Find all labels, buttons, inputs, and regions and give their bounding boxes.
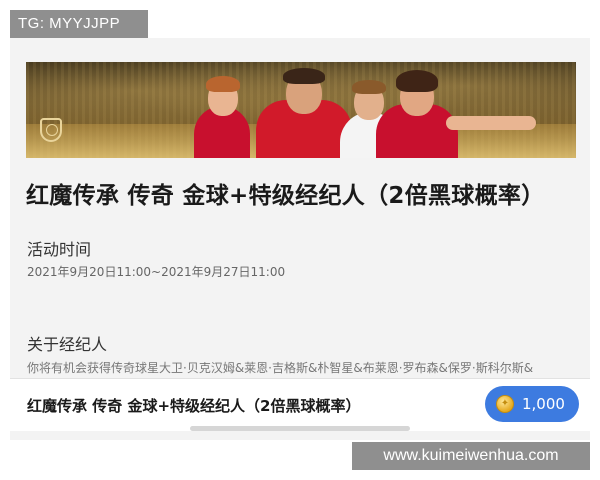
coin-icon: ✦ xyxy=(496,395,514,413)
watermark-badge-bottom: www.kuimeiwenhua.com xyxy=(352,442,590,470)
home-indicator[interactable] xyxy=(190,426,410,431)
buy-button[interactable]: ✦ 1,000 xyxy=(485,386,579,422)
club-crest-icon xyxy=(40,118,62,142)
page-title: 红魔传承 传奇 金球+特级经纪人（2倍黑球概率） xyxy=(26,183,545,209)
activity-time-range: 2021年9月20日11:00~2021年9月27日11:00 xyxy=(27,265,286,279)
player-figure xyxy=(186,62,256,158)
about-agent-text: 你将有机会获得传奇球星大卫·贝克汉姆&莱恩·吉格斯&朴智星&布莱恩·罗布森&保罗… xyxy=(27,361,534,375)
promo-banner[interactable] xyxy=(26,62,576,158)
about-agent-label: 关于经纪人 xyxy=(27,335,108,354)
player-figure xyxy=(376,62,536,158)
purchase-bar: 红魔传承 传奇 金球+特级经纪人（2倍黑球概率） ✦ 1,000 xyxy=(10,378,590,431)
activity-time-label: 活动时间 xyxy=(27,240,92,259)
watermark-badge-top: TG: MYYJJPP xyxy=(10,10,148,38)
buy-button-price: 1,000 xyxy=(522,395,565,413)
purchase-bar-title: 红魔传承 传奇 金球+特级经纪人（2倍黑球概率） xyxy=(27,397,361,415)
